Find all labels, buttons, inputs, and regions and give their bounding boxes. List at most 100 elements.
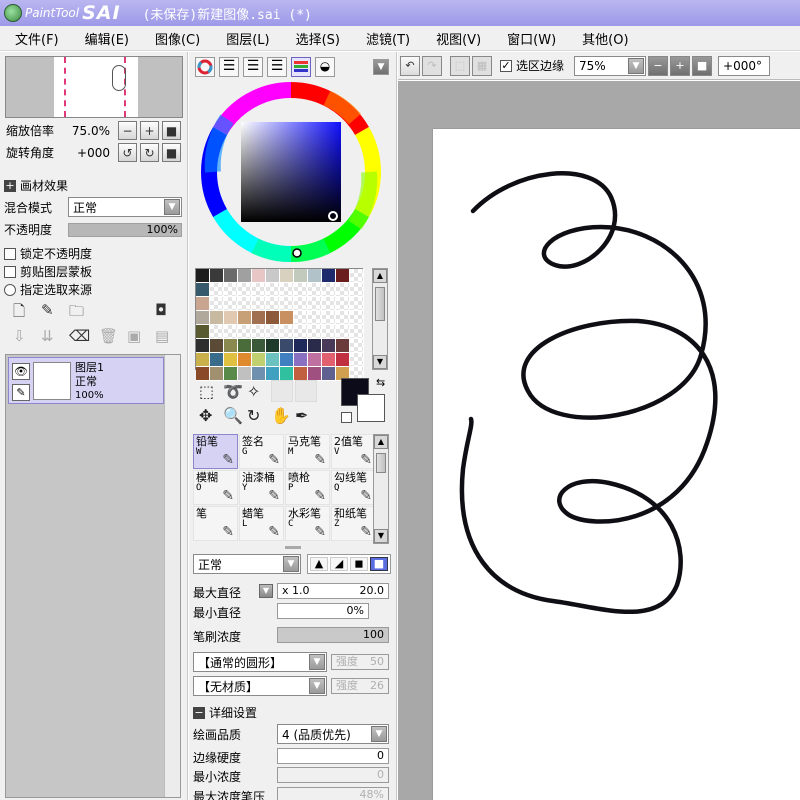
apply-mask-icon[interactable]: ▣ xyxy=(127,327,141,345)
opacity-slider[interactable]: 100% xyxy=(68,222,182,237)
scroll-down-arrow[interactable]: ▼ xyxy=(373,355,387,369)
color-swatch[interactable] xyxy=(336,283,350,297)
color-swatch[interactable] xyxy=(280,367,294,381)
density-slider[interactable]: 100 xyxy=(277,627,389,643)
color-swatch[interactable] xyxy=(210,311,224,325)
brush-slot[interactable]: 水彩笔 C ✎ xyxy=(285,506,330,541)
swatch-palette[interactable] xyxy=(195,268,364,381)
undo-icon[interactable]: ↶ xyxy=(400,55,420,76)
color-swatch[interactable] xyxy=(224,311,238,325)
color-swatch[interactable] xyxy=(336,325,350,339)
color-swatch[interactable] xyxy=(266,297,280,311)
color-swatch[interactable] xyxy=(322,297,336,311)
color-swatch[interactable] xyxy=(350,311,364,325)
color-swatch[interactable] xyxy=(294,325,308,339)
color-swatch[interactable] xyxy=(252,283,266,297)
reset-colors-icon[interactable] xyxy=(341,412,352,423)
color-swatch[interactable] xyxy=(350,269,364,283)
min-size-field[interactable]: 0% xyxy=(277,603,369,619)
color-swatch[interactable] xyxy=(224,325,238,339)
color-swatch[interactable] xyxy=(238,269,252,283)
menu-select[interactable]: 选择(S) xyxy=(296,29,340,48)
brush-slot[interactable]: 勾线笔 Q ✎ xyxy=(331,470,376,505)
menu-other[interactable]: 其他(O) xyxy=(582,29,628,48)
color-swatch[interactable] xyxy=(280,283,294,297)
brush-scrollbar[interactable]: ▲ ▼ xyxy=(373,434,389,544)
color-swatch[interactable] xyxy=(210,297,224,311)
color-swatch[interactable] xyxy=(266,339,280,353)
selection-source-row[interactable]: 指定选取来源 xyxy=(4,281,92,298)
color-swatch[interactable] xyxy=(196,339,210,353)
color-swatch[interactable] xyxy=(210,339,224,353)
color-swatch[interactable] xyxy=(322,325,336,339)
swatch-scroll-thumb[interactable] xyxy=(375,287,385,321)
color-swatch[interactable] xyxy=(308,325,322,339)
color-swatch[interactable] xyxy=(238,325,252,339)
color-swatch[interactable] xyxy=(266,367,280,381)
color-swatch[interactable] xyxy=(266,325,280,339)
color-swatch[interactable] xyxy=(210,325,224,339)
pen-icon[interactable]: ✎ xyxy=(12,384,30,401)
color-swatch[interactable] xyxy=(252,297,266,311)
lasso-icon[interactable]: ➰ xyxy=(223,382,243,401)
hsv-slider-mode-button[interactable]: ☰ xyxy=(243,57,263,77)
color-swatch[interactable] xyxy=(308,367,322,381)
color-swatch[interactable] xyxy=(238,339,252,353)
color-swatch[interactable] xyxy=(238,353,252,367)
color-swatch[interactable] xyxy=(280,311,294,325)
selection-edge-checkbox[interactable]: ✓ xyxy=(500,59,512,72)
scroll-up-arrow[interactable]: ▲ xyxy=(373,269,387,283)
color-swatch[interactable] xyxy=(336,297,350,311)
canvas-page[interactable] xyxy=(433,129,800,800)
color-swatch[interactable] xyxy=(266,269,280,283)
menu-window[interactable]: 窗口(W) xyxy=(507,29,556,48)
magic-wand-icon[interactable]: ✧ xyxy=(247,382,260,401)
color-swatch[interactable] xyxy=(238,297,252,311)
layer-list-scrollbar[interactable] xyxy=(164,355,180,797)
color-swatch[interactable] xyxy=(252,311,266,325)
panel-splitter[interactable] xyxy=(285,546,301,549)
color-swatch[interactable] xyxy=(280,339,294,353)
scroll-up-arrow[interactable]: ▲ xyxy=(374,435,388,449)
color-swatch[interactable] xyxy=(336,311,350,325)
brush-slot[interactable]: 铅笔 W ✎ xyxy=(193,434,238,469)
lock-opacity-checkbox[interactable] xyxy=(4,247,16,260)
color-swatch[interactable] xyxy=(224,339,238,353)
panel-collapse-button[interactable]: ▼ xyxy=(373,59,389,75)
color-swatch[interactable] xyxy=(294,297,308,311)
color-swatch[interactable] xyxy=(196,283,210,297)
color-swatch[interactable] xyxy=(252,353,266,367)
lock-opacity-row[interactable]: 锁定不透明度 xyxy=(4,245,92,262)
max-size-field[interactable]: x 1.0 20.0 xyxy=(277,583,389,599)
brush-slot[interactable]: 油漆桶 Y ✎ xyxy=(239,470,284,505)
deselect-icon[interactable]: ⬚ xyxy=(450,55,470,76)
color-swatch[interactable] xyxy=(322,311,336,325)
zoom-reset-button[interactable]: ■ xyxy=(162,121,181,140)
rect-select-icon[interactable]: ⬚ xyxy=(199,382,214,401)
hue-picker-marker[interactable] xyxy=(292,248,302,258)
effects-header[interactable]: + 画材效果 xyxy=(4,177,68,194)
merge-down-icon[interactable]: ⇩ xyxy=(13,327,26,345)
shape-strength-field[interactable]: 强度 50 xyxy=(331,654,389,670)
color-swatch[interactable] xyxy=(280,353,294,367)
color-swatch[interactable] xyxy=(350,339,364,353)
delete-layer-icon[interactable]: 🗑 xyxy=(99,327,118,345)
canvas-zoom-select[interactable]: 75% ▼ xyxy=(574,55,647,76)
color-swatch[interactable] xyxy=(322,339,336,353)
brush-scroll-thumb[interactable] xyxy=(376,453,386,473)
color-swatch[interactable] xyxy=(196,353,210,367)
color-swatch[interactable] xyxy=(266,353,280,367)
canvas-zoom-in-button[interactable]: + xyxy=(670,55,691,76)
brush-shape-select[interactable]: 【通常的圆形】 ▼ xyxy=(193,652,327,672)
menu-filter[interactable]: 滤镜(T) xyxy=(366,29,410,48)
brush-slot[interactable]: 和纸笔 Z ✎ xyxy=(331,506,376,541)
color-swatch[interactable] xyxy=(280,269,294,283)
max-size-dropdown[interactable]: ▼ xyxy=(259,584,273,598)
canvas-rotate-field[interactable]: +000° xyxy=(718,55,771,76)
color-swatch[interactable] xyxy=(322,353,336,367)
merge-layer-icon[interactable]: ⇊ xyxy=(41,327,54,345)
menu-view[interactable]: 视图(V) xyxy=(436,29,481,48)
redo-icon[interactable]: ↷ xyxy=(422,55,442,76)
color-swatch[interactable] xyxy=(224,269,238,283)
scroll-down-arrow[interactable]: ▼ xyxy=(374,529,388,543)
